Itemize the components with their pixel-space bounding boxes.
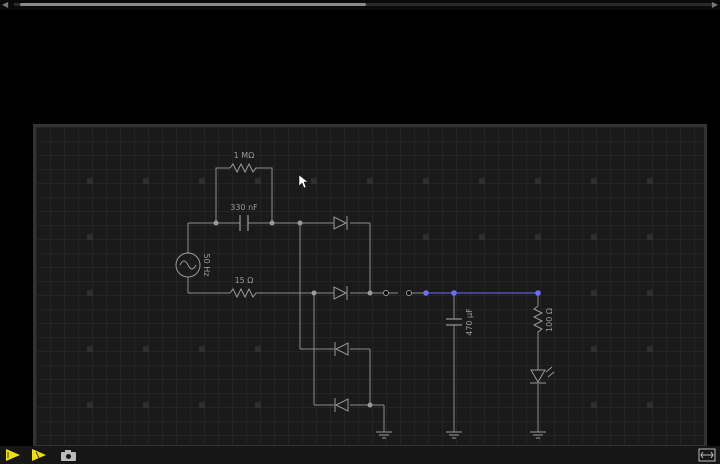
diode-4[interactable]	[334, 398, 349, 412]
label-source: 50 Hz	[202, 254, 211, 277]
label-c1: 330 nF	[230, 203, 258, 212]
circuit-schematic: 1 MΩ 330 nF 15 Ω 50 Hz 470 μF 100 Ω	[87, 151, 653, 439]
led[interactable]	[530, 366, 555, 384]
label-c2: 470 μF	[465, 308, 474, 336]
resistor-1mohm[interactable]	[229, 162, 258, 174]
camera-icon[interactable]	[60, 448, 78, 462]
diode-1[interactable]	[333, 216, 348, 230]
mouse-cursor-icon	[298, 174, 309, 189]
bottom-toolbar	[0, 446, 720, 464]
capacitor-330nf[interactable]	[239, 215, 249, 231]
label-r1: 1 MΩ	[234, 151, 255, 160]
ac-source[interactable]	[175, 252, 201, 278]
play-icon[interactable]	[4, 448, 22, 462]
capacitor-470uf[interactable]	[446, 318, 462, 326]
ground-symbols	[376, 431, 546, 439]
diode-3[interactable]	[334, 342, 349, 356]
label-r3: 100 Ω	[545, 308, 554, 332]
diode-2[interactable]	[333, 286, 348, 300]
resistor-100ohm[interactable]	[532, 305, 544, 334]
label-r2: 15 Ω	[235, 276, 254, 285]
step-icon[interactable]	[30, 448, 48, 462]
junction-nodes	[213, 220, 373, 408]
resistor-15ohm[interactable]	[229, 287, 258, 299]
fit-icon[interactable]	[698, 448, 716, 462]
